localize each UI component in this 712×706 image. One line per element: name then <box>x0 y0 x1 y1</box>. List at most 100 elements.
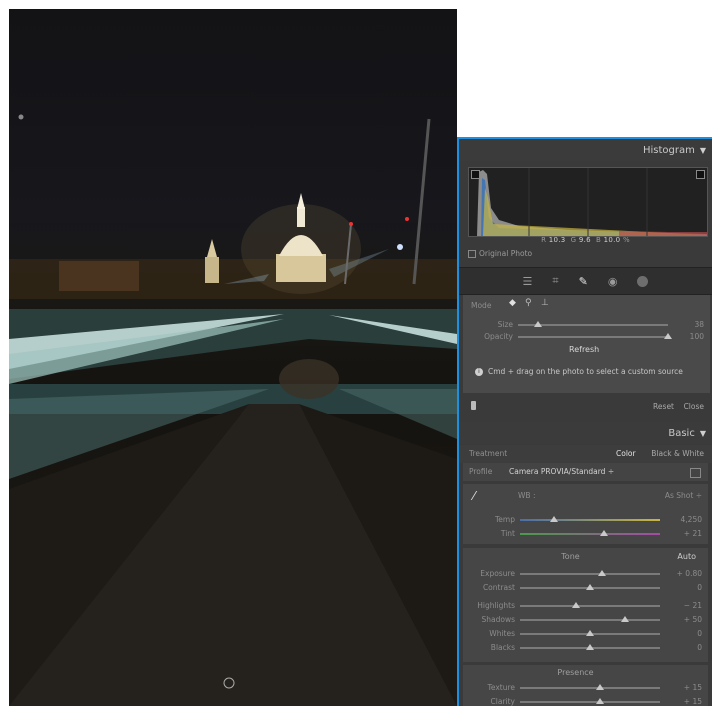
original-photo-label: Original Photo <box>479 249 533 258</box>
temp-slider[interactable] <box>520 516 660 522</box>
auto-button[interactable]: Auto <box>677 552 696 561</box>
refresh-button[interactable]: Refresh <box>569 345 599 354</box>
texture-slider-thumb[interactable] <box>596 684 604 690</box>
highlights-label: Highlights <box>477 601 515 610</box>
tone-title: Tone <box>561 552 580 561</box>
opacity-slider-thumb[interactable] <box>664 333 672 339</box>
sliders-icon[interactable]: ☰ <box>523 275 533 288</box>
night-bridge-photo <box>9 114 457 706</box>
shadows-slider[interactable] <box>520 616 660 622</box>
size-slider-thumb[interactable] <box>534 321 542 327</box>
contrast-slider[interactable] <box>520 584 660 590</box>
contrast-value[interactable]: 0 <box>697 583 702 592</box>
crop-icon[interactable]: ⌗ <box>552 274 558 288</box>
size-slider[interactable] <box>518 321 668 327</box>
highlight-clipping-icon[interactable] <box>696 170 705 179</box>
collapse-triangle-icon[interactable]: ▼ <box>700 429 706 438</box>
checkbox-icon[interactable] <box>468 249 476 258</box>
wb-label: WB : <box>518 491 536 500</box>
texture-slider[interactable] <box>520 684 660 690</box>
highlights-value[interactable]: − 21 <box>684 601 702 610</box>
whites-label: Whites <box>489 629 515 638</box>
toggle-switch[interactable] <box>471 401 476 410</box>
tint-slider-thumb[interactable] <box>600 530 608 536</box>
spot-footer: Reset Close <box>459 394 712 420</box>
whites-slider[interactable] <box>520 630 660 636</box>
profile-row: Profile Camera PROVIA/Standard ÷ <box>463 463 708 481</box>
photo-canvas[interactable] <box>9 9 457 706</box>
treatment-color-button[interactable]: Color <box>616 449 636 458</box>
tone-group: Tone Auto Exposure + 0.80 Contrast 0 Hig… <box>463 548 708 662</box>
size-label: Size <box>497 320 513 329</box>
treatment-row: Treatment Color Black & White <box>459 445 712 463</box>
size-value[interactable]: 38 <box>694 320 704 329</box>
basic-header[interactable]: Basic ▼ <box>459 422 712 444</box>
clarity-slider-thumb[interactable] <box>596 698 604 704</box>
exposure-label: Exposure <box>480 569 515 578</box>
whites-value[interactable]: 0 <box>697 629 702 638</box>
shadow-clipping-icon[interactable] <box>471 170 480 179</box>
shadows-label: Shadows <box>481 615 515 624</box>
histogram-header[interactable]: Histogram ▼ <box>459 139 712 161</box>
reset-button[interactable]: Reset <box>653 402 674 411</box>
temp-slider-thumb[interactable] <box>550 516 558 522</box>
blacks-value[interactable]: 0 <box>697 643 702 652</box>
temp-label: Temp <box>495 515 515 524</box>
shadows-value[interactable]: + 50 <box>684 615 702 624</box>
treatment-label: Treatment <box>469 449 508 458</box>
tint-value[interactable]: + 21 <box>684 529 702 538</box>
exposure-value[interactable]: + 0.80 <box>677 569 702 578</box>
close-button[interactable]: Close <box>684 402 704 411</box>
blacks-slider[interactable] <box>520 644 660 650</box>
info-icon: i <box>475 367 483 376</box>
spot-removal-panel: Mode ◆ ⚲ ⊥ Size 38 Opacity 100 Refresh i… <box>463 295 710 393</box>
histogram-readout: R 10.3 G 9.6 B 10.0 % <box>541 236 630 244</box>
collapse-triangle-icon[interactable]: ▼ <box>700 146 706 155</box>
red-eye-icon[interactable]: ◉ <box>608 275 618 288</box>
wb-select[interactable]: As Shot ÷ <box>665 491 702 500</box>
content-aware-icon[interactable]: ⊥ <box>541 298 549 308</box>
contrast-label: Contrast <box>482 583 515 592</box>
presence-title: Presence <box>557 668 594 677</box>
opacity-label: Opacity <box>484 332 513 341</box>
temp-value[interactable]: 4,250 <box>681 515 702 524</box>
mask-icon[interactable] <box>637 275 649 287</box>
exposure-slider[interactable] <box>520 570 660 576</box>
profile-label: Profile <box>469 467 493 476</box>
mode-label: Mode <box>471 301 492 310</box>
texture-value[interactable]: + 15 <box>684 683 702 692</box>
contrast-slider-thumb[interactable] <box>586 584 594 590</box>
blacks-slider-thumb[interactable] <box>586 644 594 650</box>
profile-select[interactable]: Camera PROVIA/Standard ÷ <box>509 467 614 476</box>
develop-panel: Histogram ▼ R 10.3 G 9.6 B 10.0 % Origin… <box>457 137 712 706</box>
shadows-slider-thumb[interactable] <box>621 616 629 622</box>
clarity-label: Clarity <box>490 697 515 706</box>
eyedropper-icon[interactable]: ⁄ <box>473 489 475 503</box>
histogram-title: Histogram <box>642 144 695 156</box>
clarity-slider[interactable] <box>520 698 660 704</box>
clarity-value[interactable]: + 15 <box>684 697 702 706</box>
tint-slider[interactable] <box>520 530 660 536</box>
clone-mode-icon[interactable]: ⚲ <box>525 298 532 308</box>
exposure-slider-thumb[interactable] <box>598 570 606 576</box>
opacity-slider[interactable] <box>518 333 672 339</box>
heal-mode-icon[interactable]: ◆ <box>509 298 516 308</box>
tint-label: Tint <box>500 529 515 538</box>
blacks-label: Blacks <box>490 643 515 652</box>
highlights-slider[interactable] <box>520 602 660 608</box>
treatment-bw-button[interactable]: Black & White <box>651 449 704 458</box>
presence-group: Presence Texture + 15 Clarity + 15 <box>463 665 708 706</box>
white-balance-group: ⁄ WB : As Shot ÷ Temp 4,250 Tint + 21 <box>463 484 708 544</box>
basic-title: Basic <box>668 427 695 439</box>
texture-label: Texture <box>487 683 515 692</box>
opacity-value[interactable]: 100 <box>690 332 704 341</box>
heal-brush-icon[interactable]: ✎ <box>579 275 588 288</box>
tool-strip: ☰ ⌗ ✎ ◉ <box>459 267 712 295</box>
histogram-curve <box>477 168 707 236</box>
custom-source-hint: i Cmd + drag on the photo to select a cu… <box>475 367 683 376</box>
histogram-graph[interactable] <box>468 167 708 237</box>
highlights-slider-thumb[interactable] <box>572 602 580 608</box>
whites-slider-thumb[interactable] <box>586 630 594 636</box>
profile-browser-icon[interactable] <box>690 468 701 478</box>
original-photo-checkbox[interactable]: Original Photo <box>468 249 532 258</box>
